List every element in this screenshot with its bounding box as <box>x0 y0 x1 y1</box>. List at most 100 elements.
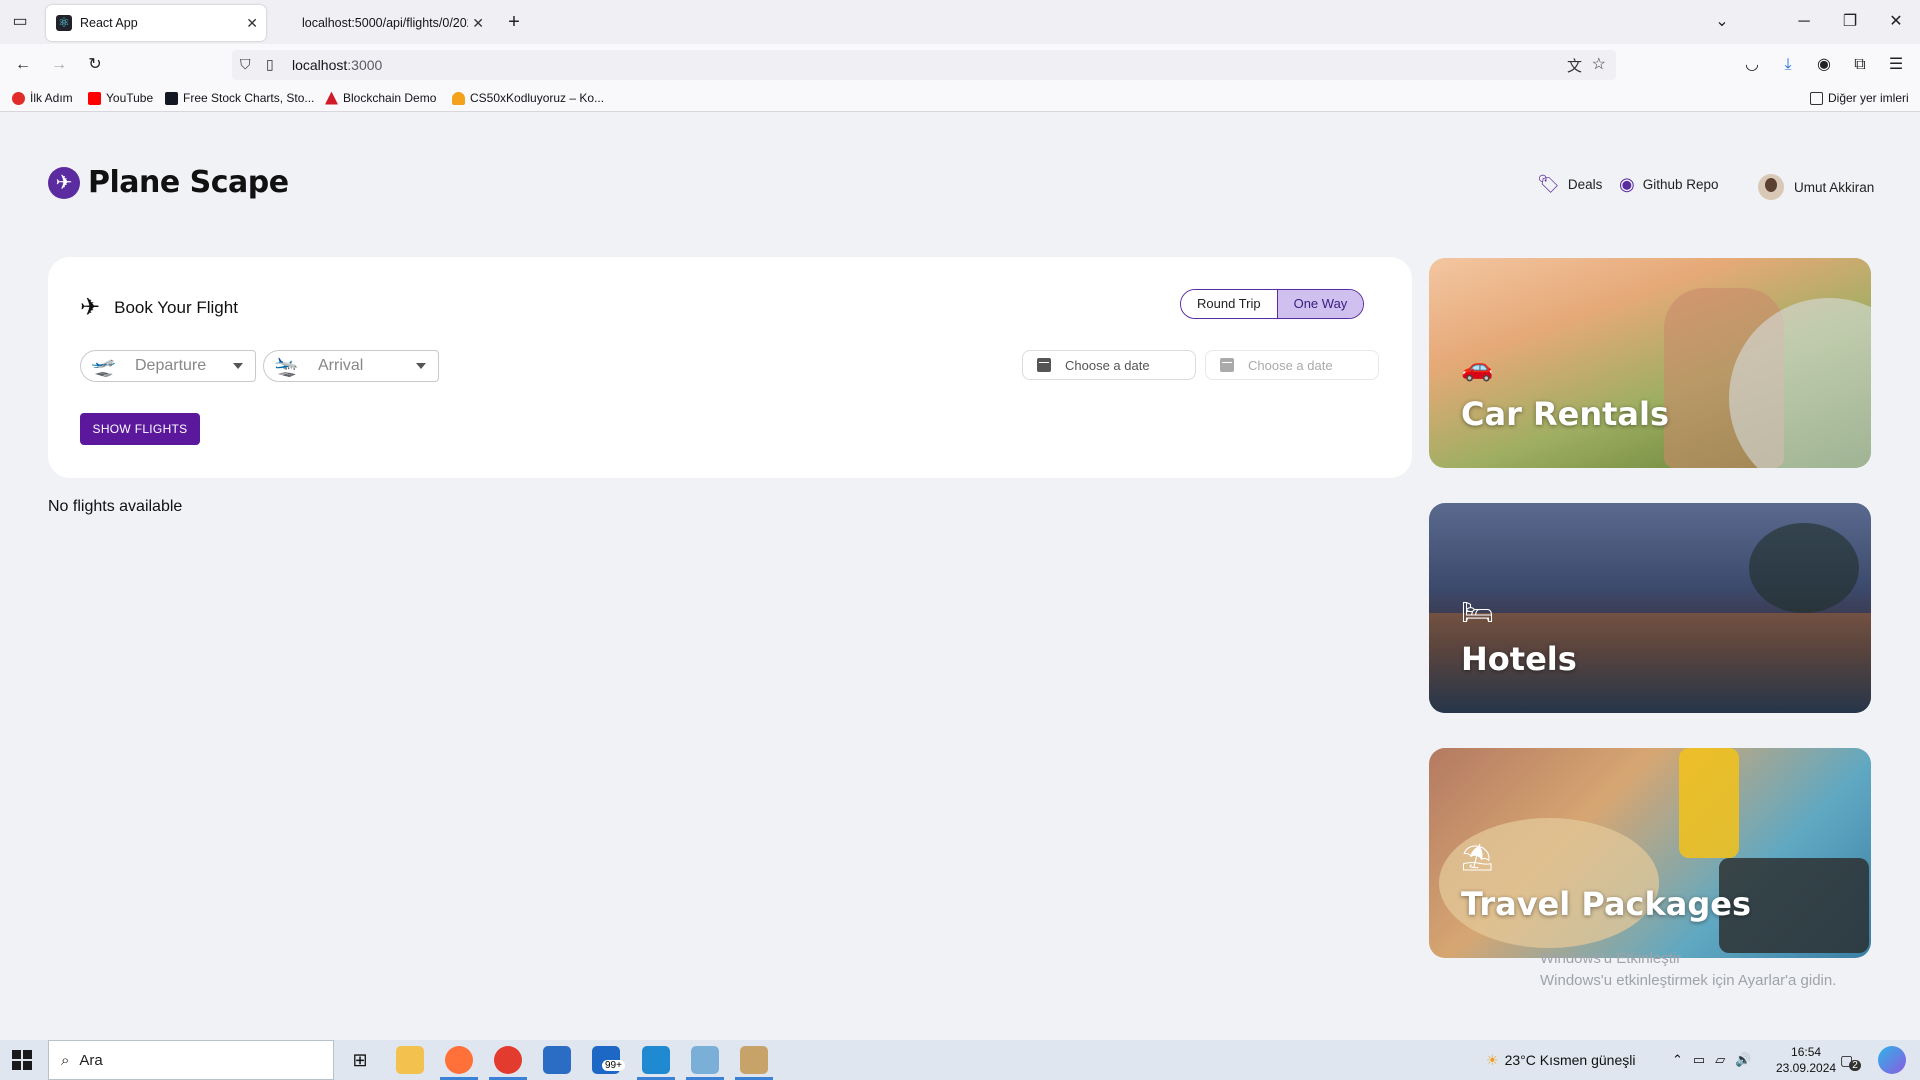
star-icon[interactable]: ☆ <box>1592 54 1606 74</box>
round-trip-button[interactable]: Round Trip <box>1181 290 1278 318</box>
file-explorer-icon[interactable] <box>396 1046 424 1074</box>
folder-icon <box>1810 91 1823 105</box>
extensions-icon[interactable]: ⧉ <box>1846 51 1874 79</box>
arrival-select[interactable]: 🛬 Arrival <box>263 350 439 382</box>
booking-title: ✈ Book Your Flight <box>80 294 238 321</box>
plane-takeoff-icon: 🛫 <box>91 355 116 378</box>
minimize-icon[interactable]: ─ <box>1790 8 1818 36</box>
search-icon: ⌕ <box>61 1051 70 1069</box>
firefox-icon[interactable] <box>445 1046 473 1074</box>
page-icon: ▯ <box>266 56 274 72</box>
calendar-icon <box>1037 358 1051 372</box>
app-window-icon[interactable] <box>691 1046 719 1074</box>
juice-image <box>1679 748 1739 858</box>
tab-overview-icon[interactable]: ▭ <box>6 8 34 36</box>
bookmark-blockchain-demo[interactable]: Blockchain Demo <box>325 91 436 105</box>
plane-logo-icon: ✈ <box>48 166 80 199</box>
departure-date-input[interactable]: Choose a date <box>1022 350 1196 380</box>
close-icon[interactable]: ✕ <box>246 15 258 32</box>
notification-count: 2 <box>1849 1059 1861 1071</box>
globe-icon: ◉ <box>1619 174 1635 194</box>
chrome-icon[interactable] <box>494 1046 522 1074</box>
car-icon: 🚗 <box>1461 352 1494 382</box>
avatar <box>1758 174 1784 200</box>
plane-icon: ✈ <box>80 294 101 321</box>
one-way-button[interactable]: One Way <box>1277 290 1364 318</box>
notification-icon[interactable]: ▢ 2 <box>1840 1040 1861 1080</box>
url-bar[interactable]: ⛉ ▯ localhost:3000 文 ☆ <box>232 50 1616 80</box>
download-icon[interactable]: ⤓ <box>1774 51 1802 79</box>
show-flights-button[interactable]: SHOW FLIGHTS <box>80 413 200 445</box>
trip-type-toggle: Round Trip One Way <box>1180 289 1365 319</box>
vscode-icon[interactable] <box>642 1046 670 1074</box>
nav-github-repo[interactable]: ◉ Github Repo <box>1619 174 1719 195</box>
weather-icon: ☀ <box>1486 1051 1499 1068</box>
chevron-down-icon[interactable]: ⌄ <box>1708 8 1736 36</box>
reload-icon[interactable]: ↻ <box>81 51 109 79</box>
mail-icon[interactable]: 99+ <box>592 1046 625 1074</box>
nav-deals[interactable]: 🏷 Deals <box>1537 174 1602 195</box>
task-view-icon[interactable]: ⊞ <box>346 1046 374 1074</box>
tab-react-app[interactable]: ⚛ React App ✕ <box>46 5 266 41</box>
tab-api-flights[interactable]: localhost:5000/api/flights/0/202 ✕ <box>292 5 492 41</box>
tab-label: React App <box>80 16 138 30</box>
bookmark-cs50x[interactable]: CS50xKodluyoruz – Ko... <box>452 91 604 105</box>
wifi-icon[interactable]: ▱ <box>1715 1052 1725 1068</box>
return-date-input[interactable]: Choose a date <box>1205 350 1379 380</box>
forward-icon[interactable]: → <box>45 51 73 79</box>
bookmark-ilk-adim[interactable]: İlk Adım <box>12 91 73 105</box>
network-icon[interactable]: ▭ <box>1693 1052 1705 1068</box>
calendar-icon <box>1220 358 1234 372</box>
copilot-icon[interactable] <box>1878 1046 1906 1074</box>
menu-icon[interactable]: ☰ <box>1882 51 1910 79</box>
booking-card: ✈ Book Your Flight Round Trip One Way 🛫 … <box>48 257 1412 478</box>
paint-icon[interactable] <box>740 1046 768 1074</box>
windows-taskbar: ⌕ Ara ⊞ 99+ ☀ 23°C Kısmen güneşli ⌃ ▭ ▱ … <box>0 1040 1920 1080</box>
store-icon[interactable] <box>543 1046 571 1074</box>
url-text: localhost:3000 <box>292 57 383 73</box>
restore-icon[interactable]: ❐ <box>1836 8 1864 36</box>
brand-logo[interactable]: ✈ Plane Scape <box>48 165 289 200</box>
shield-icon: ⛉ <box>240 56 251 72</box>
bookmarks-bar: İlk Adım YouTube Free Stock Charts, Sto.… <box>0 86 1920 112</box>
empty-state-message: No flights available <box>48 498 183 515</box>
activation-watermark: Windows'u Etkinleştir Windows'u etkinleş… <box>1540 950 1837 989</box>
youtube-icon <box>88 91 101 105</box>
account-icon[interactable]: ◉ <box>1810 51 1838 79</box>
nav-user[interactable]: Umut Akkiran <box>1758 174 1874 200</box>
tag-icon: 🏷 <box>1537 174 1560 194</box>
blockchain-icon <box>325 91 338 105</box>
tab-label: localhost:5000/api/flights/0/202 <box>302 16 468 30</box>
mail-badge: 99+ <box>602 1060 625 1071</box>
promo-card-hotels[interactable]: 🛏 Hotels <box>1429 503 1871 713</box>
plane-landing-icon: 🛬 <box>274 355 299 378</box>
window-close-icon[interactable]: ✕ <box>1882 8 1910 36</box>
pocket-icon[interactable]: ◡ <box>1738 51 1766 79</box>
close-icon[interactable]: ✕ <box>472 15 484 32</box>
tray-icons[interactable]: ⌃ ▭ ▱ 🔊 <box>1672 1040 1751 1080</box>
translate-icon[interactable]: 文 <box>1567 55 1582 76</box>
react-icon: ⚛ <box>56 15 72 31</box>
new-tab-icon[interactable]: + <box>500 8 528 36</box>
bookmark-other[interactable]: Diğer yer imleri <box>1810 91 1909 105</box>
clock[interactable]: 16:54 23.09.2024 <box>1776 1040 1836 1080</box>
back-icon[interactable]: ← <box>9 51 37 79</box>
hat-image <box>1439 818 1659 948</box>
palm-image <box>1749 523 1859 613</box>
bed-icon: 🛏 <box>1461 597 1495 627</box>
umbrella-icon: ⛱ <box>1461 842 1495 872</box>
departure-select[interactable]: 🛫 Departure <box>80 350 256 382</box>
bookmark-youtube[interactable]: YouTube <box>88 91 153 105</box>
chevron-up-icon[interactable]: ⌃ <box>1672 1052 1683 1068</box>
taskbar-search-input[interactable]: ⌕ Ara <box>48 1040 334 1080</box>
windows-start-icon[interactable] <box>12 1050 32 1070</box>
rocket-icon <box>452 91 465 105</box>
volume-icon[interactable]: 🔊 <box>1735 1052 1751 1068</box>
weather-widget[interactable]: ☀ 23°C Kısmen güneşli <box>1486 1040 1635 1080</box>
bookmark-tradingview[interactable]: Free Stock Charts, Sto... <box>165 91 314 105</box>
promo-card-travel-packages[interactable]: ⛱ Travel Packages <box>1429 748 1871 958</box>
browser-tab-bar: ▭ ⚛ React App ✕ localhost:5000/api/fligh… <box>0 0 1920 44</box>
promo-card-car-rentals[interactable]: 🚗 Car Rentals <box>1429 258 1871 468</box>
caret-down-icon <box>416 363 426 369</box>
browser-nav-bar: ← → ↻ ⛉ ▯ localhost:3000 文 ☆ ◡ ⤓ ◉ ⧉ ☰ <box>0 44 1920 86</box>
